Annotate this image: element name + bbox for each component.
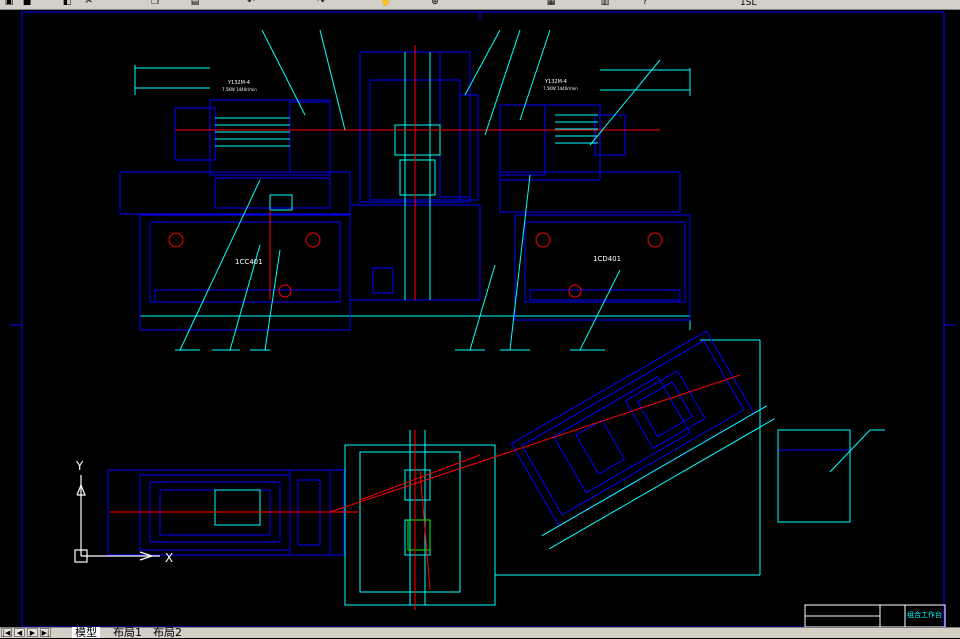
plan-view bbox=[107, 330, 946, 627]
copy-icon[interactable]: ❐ bbox=[150, 0, 160, 7]
right-unit-label: 1CD401 bbox=[593, 255, 621, 263]
prev-tab-button[interactable]: ◀ bbox=[14, 628, 25, 637]
drawing-frame bbox=[10, 11, 955, 627]
toolbar-right-text: 1SL bbox=[740, 0, 757, 8]
title-block-text: 组合工作台 bbox=[907, 610, 942, 619]
undo-icon[interactable]: ↶ bbox=[246, 0, 256, 7]
redo-icon[interactable]: ↷ bbox=[316, 0, 326, 7]
right-motor-spec: 7.5KW 1440r/min bbox=[543, 86, 578, 91]
layer-icon[interactable]: ▥ bbox=[600, 0, 610, 7]
ucs-y-label: Y bbox=[75, 459, 84, 473]
layout-tab-bar: |◀ ◀ ▶ ▶| 模型 布局1 布局2 bbox=[0, 627, 960, 638]
cut-icon[interactable]: ✂ bbox=[84, 0, 94, 7]
right-motor-label: Y132M-4 bbox=[544, 79, 567, 85]
next-tab-button[interactable]: ▶ bbox=[27, 628, 38, 637]
left-unit-label: 1CC401 bbox=[235, 258, 263, 266]
help-icon[interactable]: ? bbox=[640, 0, 650, 7]
drawing-canvas[interactable]: 1CC401 1CD401 Y132M-4 7.5KW 1440r/min Y1… bbox=[0, 9, 960, 627]
front-elevation bbox=[119, 29, 691, 351]
pan-icon[interactable]: ✋ bbox=[380, 0, 391, 7]
zoom-icon[interactable]: ⊕ bbox=[430, 0, 440, 7]
last-tab-button[interactable]: ▶| bbox=[40, 628, 51, 637]
ucs-x-label: X bbox=[165, 551, 173, 565]
open-icon[interactable]: ▣ bbox=[4, 0, 14, 7]
tab-model[interactable]: 模型 bbox=[72, 627, 100, 638]
left-motor-label: Y132M-4 bbox=[227, 80, 250, 86]
first-tab-button[interactable]: |◀ bbox=[1, 628, 12, 637]
left-motor-spec: 7.5KW 1440r/min bbox=[222, 87, 257, 92]
paste-icon[interactable]: ▤ bbox=[190, 0, 200, 7]
save-icon[interactable]: ■ bbox=[22, 0, 32, 7]
tab-layout2[interactable]: 布局2 bbox=[150, 627, 185, 638]
print-icon[interactable]: ◧ bbox=[62, 0, 72, 7]
properties-icon[interactable]: ▦ bbox=[546, 0, 556, 7]
tab-layout1[interactable]: 布局1 bbox=[110, 627, 145, 638]
